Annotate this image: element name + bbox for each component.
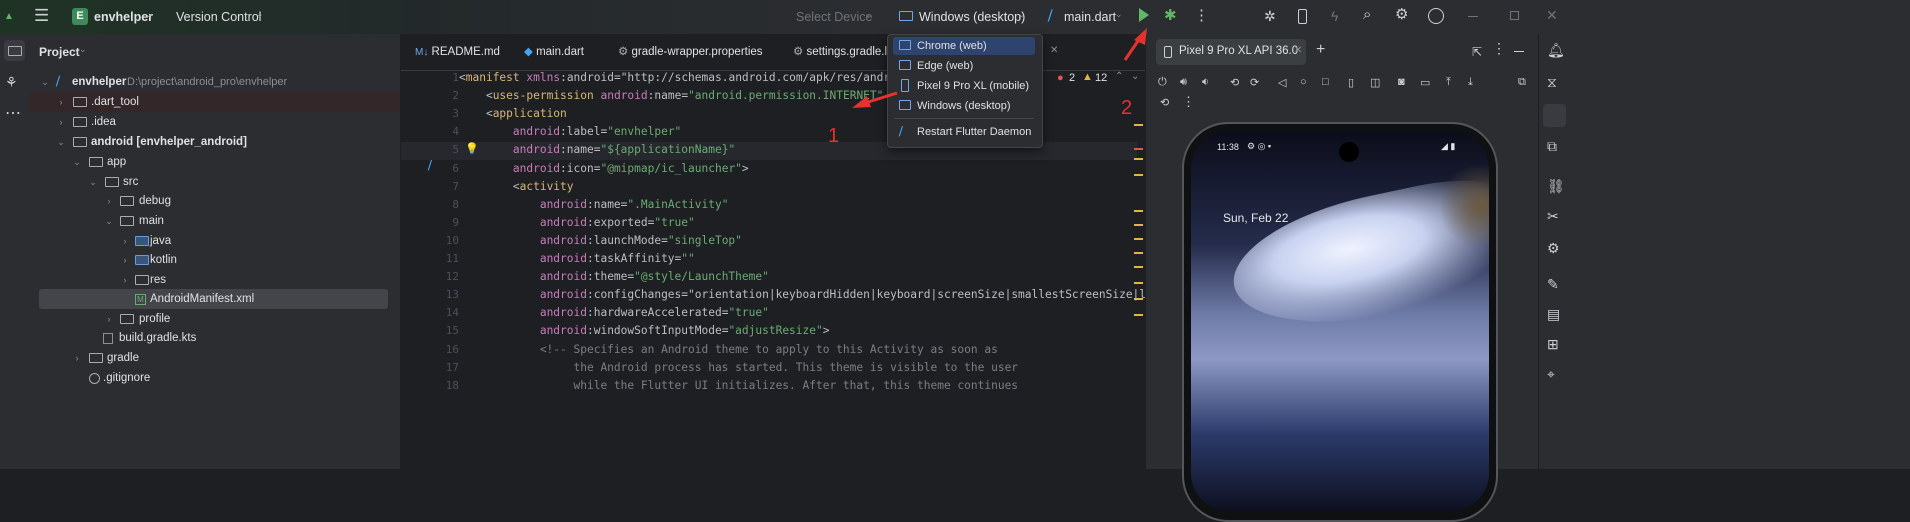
annotation-label-1: 1 <box>828 125 840 147</box>
annotation-overlay <box>852 28 1147 108</box>
annotation-label-2: 2 <box>1121 97 1133 119</box>
arrow-2 <box>1123 28 1147 61</box>
arrow-1 <box>852 91 898 108</box>
